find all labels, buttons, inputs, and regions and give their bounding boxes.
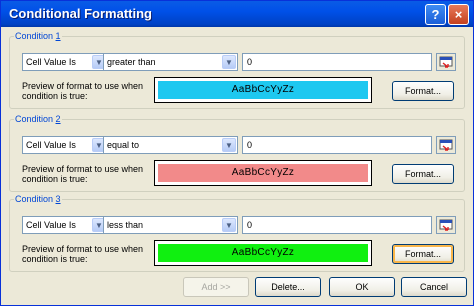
condition-2-preview-label: Preview of format to use when condition …: [22, 164, 144, 184]
condition-3-group: Condition 3 Cell Value Is ▼ less than ▼ …: [9, 194, 465, 272]
condition-1-value-input[interactable]: 0: [242, 53, 432, 71]
condition-3-type-value: Cell Value Is: [26, 220, 76, 230]
condition-2-preview-box: AaBbCcYyZz: [154, 160, 372, 186]
condition-1-group: Condition 1 Cell Value Is ▼ greater than…: [9, 31, 465, 109]
condition-3-label: Condition 3: [15, 194, 61, 204]
condition-3-preview-box: AaBbCcYyZz: [154, 240, 372, 266]
condition-2-preview-swatch: AaBbCcYyZz: [158, 164, 368, 182]
chevron-down-icon[interactable]: ▼: [222, 218, 236, 232]
close-button[interactable]: ×: [448, 4, 469, 25]
condition-1-type-value: Cell Value Is: [26, 57, 76, 67]
condition-2-operator-select[interactable]: equal to ▼: [103, 136, 238, 154]
condition-2-value-input[interactable]: 0: [242, 136, 432, 154]
add-condition-button[interactable]: Add >>: [183, 277, 249, 297]
condition-3-operator-value: less than: [107, 220, 144, 230]
delete-button[interactable]: Delete...: [255, 277, 321, 297]
condition-1-value-text: 0: [247, 57, 253, 67]
condition-3-format-button[interactable]: Format...: [392, 244, 454, 264]
window-title: Conditional Formatting: [9, 6, 152, 21]
condition-1-operator-value: greater than: [107, 57, 156, 67]
condition-1-format-button[interactable]: Format...: [392, 81, 454, 101]
condition-1-label: Condition 1: [15, 31, 61, 41]
range-picker-icon: [439, 219, 453, 231]
close-icon: ×: [454, 7, 463, 22]
conditional-formatting-dialog: Conditional Formatting ? × Condition 1 C…: [0, 0, 474, 306]
condition-3-operator-select[interactable]: less than ▼: [103, 216, 238, 234]
condition-1-preview-swatch: AaBbCcYyZz: [158, 81, 368, 99]
condition-1-preview-label: Preview of format to use when condition …: [22, 81, 144, 101]
condition-2-range-picker-button[interactable]: [436, 136, 456, 154]
condition-1-range-picker-button[interactable]: [436, 53, 456, 71]
condition-3-type-select[interactable]: Cell Value Is ▼: [22, 216, 108, 234]
cancel-button[interactable]: Cancel: [401, 277, 467, 297]
condition-2-format-button[interactable]: Format...: [392, 164, 454, 184]
condition-3-range-picker-button[interactable]: [436, 216, 456, 234]
condition-1-operator-select[interactable]: greater than ▼: [103, 53, 238, 71]
condition-2-group: Condition 2 Cell Value Is ▼ equal to ▼ 0…: [9, 114, 465, 192]
condition-1-preview-box: AaBbCcYyZz: [154, 77, 372, 103]
help-button[interactable]: ?: [425, 4, 446, 25]
condition-2-label: Condition 2: [15, 114, 61, 124]
chevron-down-icon[interactable]: ▼: [222, 55, 236, 69]
condition-2-type-value: Cell Value Is: [26, 140, 76, 150]
condition-3-value-text: 0: [247, 220, 253, 230]
condition-1-type-select[interactable]: Cell Value Is ▼: [22, 53, 108, 71]
range-picker-icon: [439, 139, 453, 151]
help-icon: ?: [431, 7, 440, 22]
condition-2-value-text: 0: [247, 140, 253, 150]
range-picker-icon: [439, 56, 453, 68]
ok-button[interactable]: OK: [329, 277, 395, 297]
title-bar[interactable]: Conditional Formatting ? ×: [1, 1, 473, 27]
condition-3-preview-swatch: AaBbCcYyZz: [158, 244, 368, 262]
chevron-down-icon[interactable]: ▼: [222, 138, 236, 152]
condition-3-preview-label: Preview of format to use when condition …: [22, 244, 144, 264]
condition-2-type-select[interactable]: Cell Value Is ▼: [22, 136, 108, 154]
condition-2-operator-value: equal to: [107, 140, 140, 150]
condition-3-value-input[interactable]: 0: [242, 216, 432, 234]
